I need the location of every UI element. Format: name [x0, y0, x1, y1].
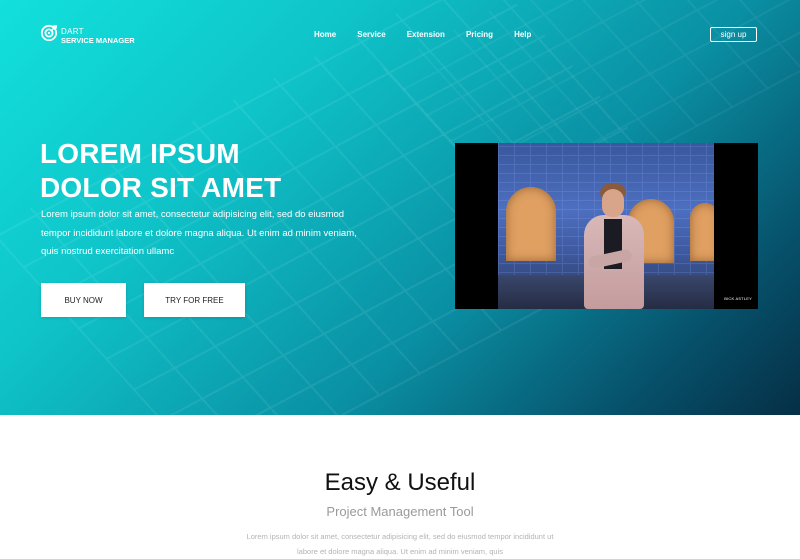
- nav-help[interactable]: Help: [514, 30, 531, 39]
- video-frame: [498, 143, 714, 309]
- nav-service[interactable]: Service: [357, 30, 385, 39]
- hero-description: Lorem ipsum dolor sit amet, consectetur …: [41, 209, 357, 257]
- nav-extension[interactable]: Extension: [407, 30, 445, 39]
- hero-section: DART SERVICE MANAGER Home Service Extens…: [0, 0, 800, 415]
- hero-title: LOREM IPSUM DOLOR SIT AMET: [40, 137, 281, 205]
- video-arch-left: [506, 187, 556, 261]
- section-title: Easy & Useful: [324, 469, 476, 496]
- brand-line2: SERVICE MANAGER: [61, 35, 135, 45]
- buy-now-button[interactable]: BUY NOW: [41, 283, 126, 317]
- brand-line1: DART: [61, 26, 84, 36]
- video-player[interactable]: BICK ASTLEY: [455, 143, 758, 309]
- try-for-free-button[interactable]: TRY FOR FREE: [144, 283, 245, 317]
- section-subtitle: Project Management Tool: [326, 504, 474, 519]
- hero-title-line1: LOREM IPSUM: [40, 138, 240, 169]
- video-watermark: BICK ASTLEY: [724, 296, 752, 301]
- hero-title-line2: DOLOR SIT AMET: [40, 172, 282, 203]
- video-arch-right: [690, 203, 714, 261]
- brand-logo[interactable]: DART SERVICE MANAGER: [40, 24, 135, 47]
- target-gear-icon: [40, 24, 58, 47]
- signup-button[interactable]: sign up: [710, 27, 757, 42]
- video-person-head: [602, 189, 624, 217]
- brand-name: DART SERVICE MANAGER: [61, 27, 135, 45]
- nav-pricing[interactable]: Pricing: [466, 30, 493, 39]
- main-nav: Home Service Extension Pricing Help: [314, 30, 552, 39]
- nav-home[interactable]: Home: [314, 30, 336, 39]
